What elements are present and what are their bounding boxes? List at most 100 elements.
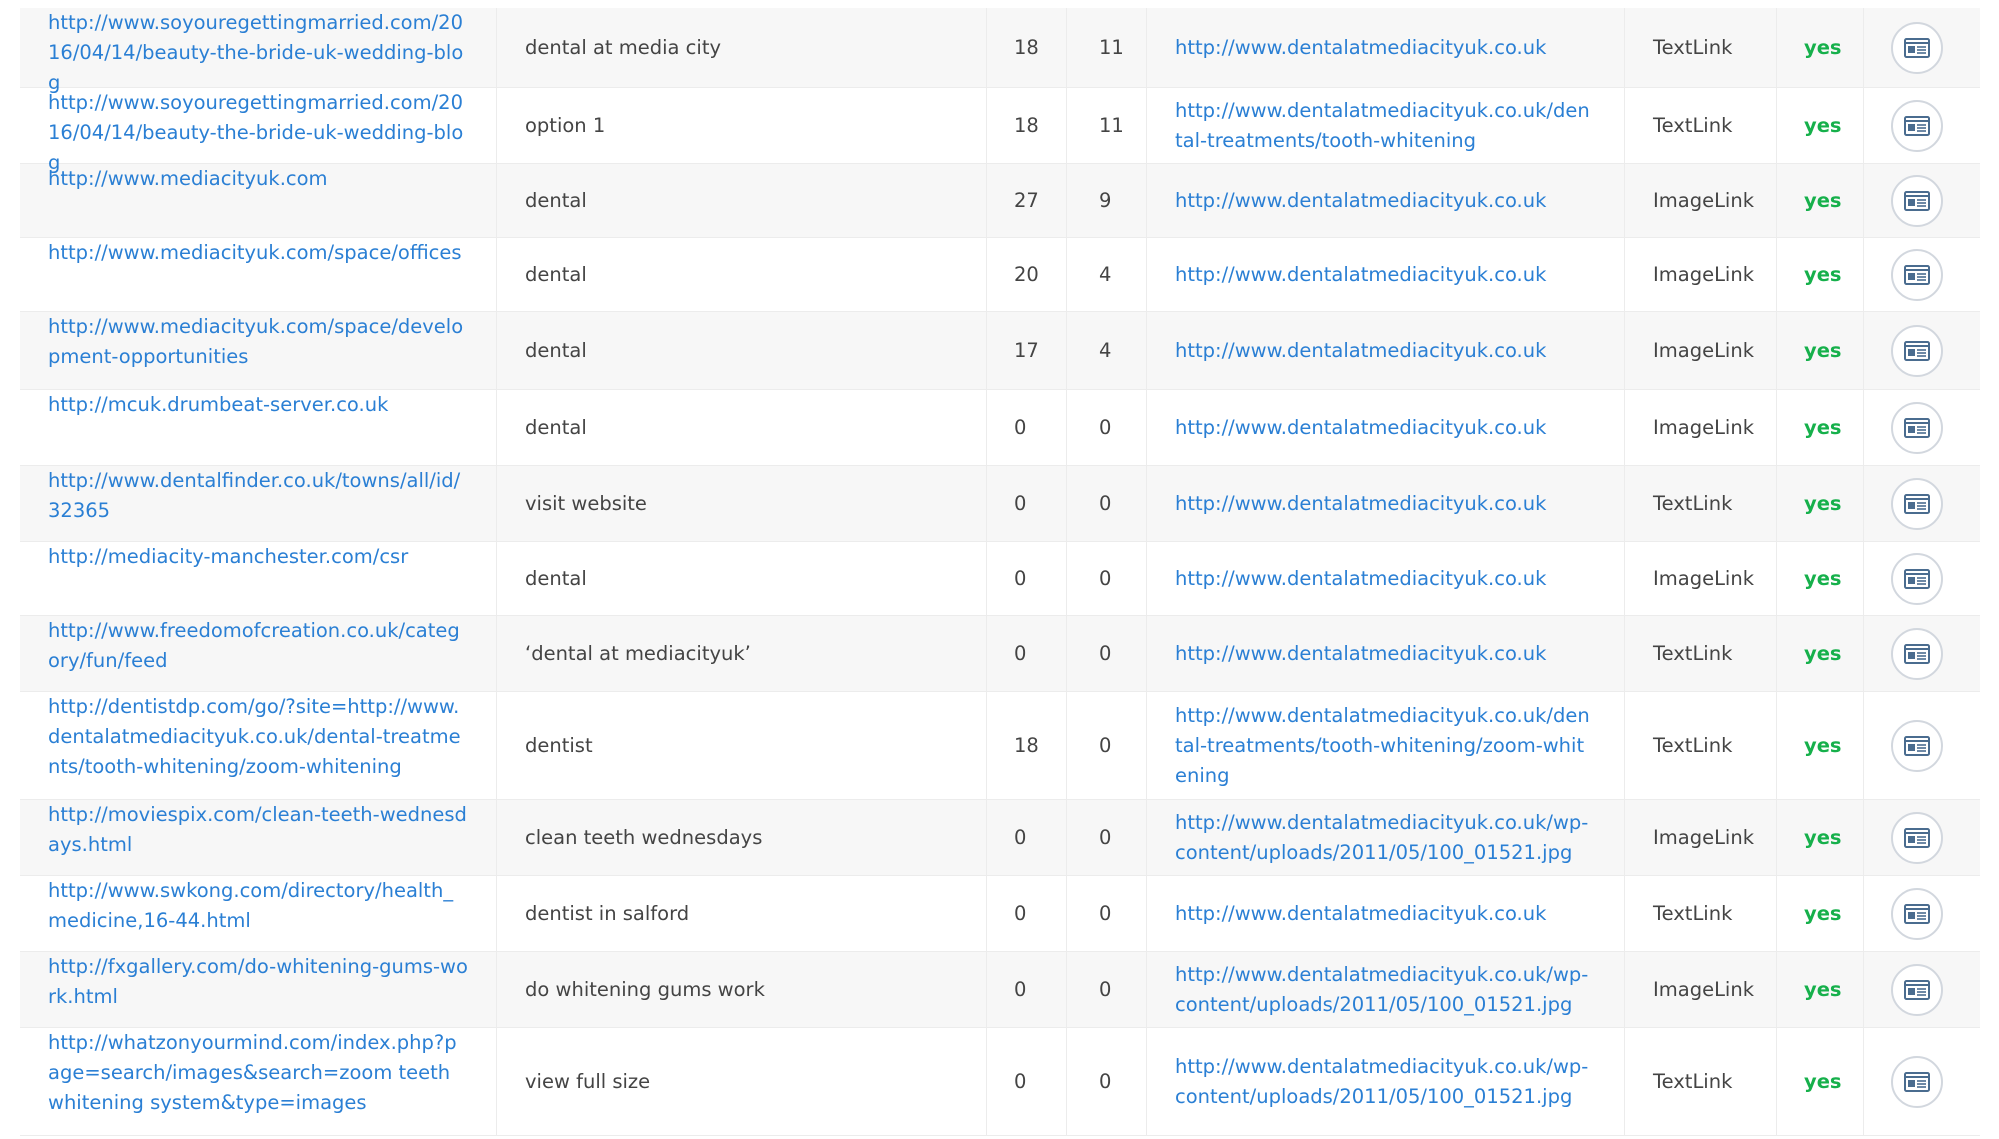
table-row: http://www.swkong.com/directory/health_m… — [20, 876, 1980, 952]
anchor-text-cell: view full size — [497, 1028, 987, 1135]
view-details-button[interactable] — [1891, 401, 1943, 454]
metric-1-cell: 0 — [987, 390, 1067, 465]
source-url-cell: http://www.mediacityuk.com/space/develop… — [20, 312, 497, 389]
view-details-button[interactable] — [1891, 887, 1943, 940]
table-row: http://mediacity-manchester.com/csr denta… — [20, 542, 1980, 616]
status-value: yes — [1804, 338, 1842, 362]
target-url-link[interactable]: http://www.dentalatmediacityuk.co.uk — [1175, 639, 1546, 669]
metric-2-cell: 11 — [1067, 88, 1147, 163]
metric-2-value: 9 — [1099, 188, 1112, 212]
source-url-link[interactable]: http://www.swkong.com/directory/health_m… — [48, 876, 468, 936]
source-url-link[interactable]: http://www.soyouregettingmarried.com/201… — [48, 8, 468, 98]
anchor-text: view full size — [525, 1069, 651, 1093]
target-url-link[interactable]: http://www.dentalatmediacityuk.co.uk — [1175, 413, 1546, 443]
target-url-link[interactable]: http://www.dentalatmediacityuk.co.uk/wp-… — [1175, 808, 1596, 868]
anchor-text: clean teeth wednesdays — [525, 825, 763, 849]
anchor-text-cell: dental — [497, 238, 987, 311]
view-details-button[interactable] — [1891, 627, 1943, 680]
link-type: ImageLink — [1653, 338, 1755, 362]
anchor-text-cell: clean teeth wednesdays — [497, 800, 987, 875]
view-details-button[interactable] — [1891, 477, 1943, 530]
anchor-text-cell: dentist in salford — [497, 876, 987, 951]
metric-1-value: 0 — [1014, 641, 1027, 665]
status-value: yes — [1804, 35, 1842, 59]
view-details-button[interactable] — [1891, 99, 1943, 152]
link-type: ImageLink — [1653, 825, 1755, 849]
source-url-link[interactable]: http://www.mediacityuk.com — [48, 164, 328, 194]
target-url-cell: http://www.dentalatmediacityuk.co.uk — [1147, 466, 1625, 541]
view-details-button[interactable] — [1891, 21, 1943, 74]
source-url-cell: http://moviespix.com/clean-teeth-wednesd… — [20, 800, 497, 875]
view-details-button[interactable] — [1891, 811, 1943, 864]
target-url-link[interactable]: http://www.dentalatmediacityuk.co.uk — [1175, 186, 1546, 216]
target-url-link[interactable]: http://www.dentalatmediacityuk.co.uk — [1175, 564, 1546, 594]
action-cell — [1864, 390, 1980, 465]
target-url-link[interactable]: http://www.dentalatmediacityuk.co.uk/wp-… — [1175, 960, 1596, 1020]
source-url-link[interactable]: http://www.mediacityuk.com/space/develop… — [48, 312, 468, 372]
source-url-link[interactable]: http://fxgallery.com/do-whitening-gums-w… — [48, 952, 468, 1012]
status-value: yes — [1804, 733, 1842, 757]
link-type-cell: ImageLink — [1625, 312, 1777, 389]
action-cell — [1864, 238, 1980, 311]
status-value: yes — [1804, 262, 1842, 286]
target-url-cell: http://www.dentalatmediacityuk.co.uk — [1147, 616, 1625, 691]
metric-1-cell: 18 — [987, 692, 1067, 799]
anchor-text-cell: ‘dental at mediacityuk’ — [497, 616, 987, 691]
anchor-text-cell: dental — [497, 390, 987, 465]
source-url-cell: http://www.mediacityuk.com/space/offices — [20, 238, 497, 311]
source-url-cell: http://mcuk.drumbeat-server.co.uk — [20, 390, 497, 465]
action-cell — [1864, 876, 1980, 951]
anchor-text-cell: dental — [497, 164, 987, 237]
target-url-link[interactable]: http://www.dentalatmediacityuk.co.uk/den… — [1175, 701, 1596, 791]
link-type: ImageLink — [1653, 415, 1755, 439]
link-type-cell: TextLink — [1625, 8, 1777, 87]
metric-2-cell: 0 — [1067, 390, 1147, 465]
link-type: TextLink — [1653, 113, 1733, 137]
status-cell: yes — [1777, 8, 1864, 87]
target-url-link[interactable]: http://www.dentalatmediacityuk.co.uk — [1175, 33, 1546, 63]
source-url-link[interactable]: http://mediacity-manchester.com/csr — [48, 542, 408, 572]
metric-1-value: 27 — [1014, 188, 1039, 212]
target-url-link[interactable]: http://www.dentalatmediacityuk.co.uk — [1175, 899, 1546, 929]
metric-1-value: 0 — [1014, 977, 1027, 1001]
target-url-cell: http://www.dentalatmediacityuk.co.uk/den… — [1147, 88, 1625, 163]
table-row: http://www.soyouregettingmarried.com/201… — [20, 88, 1980, 174]
source-url-link[interactable]: http://mcuk.drumbeat-server.co.uk — [48, 390, 388, 420]
target-url-link[interactable]: http://www.dentalatmediacityuk.co.uk — [1175, 260, 1546, 290]
metric-1-cell: 0 — [987, 800, 1067, 875]
details-icon — [1904, 1071, 1930, 1092]
metric-1-cell: 0 — [987, 876, 1067, 951]
source-url-link[interactable]: http://www.dentalfinder.co.uk/towns/all/… — [48, 466, 468, 526]
anchor-text-cell: dental — [497, 312, 987, 389]
source-url-link[interactable]: http://moviespix.com/clean-teeth-wednesd… — [48, 800, 468, 860]
source-url-link[interactable]: http://dentistdp.com/go/?site=http://www… — [48, 692, 468, 782]
source-url-link[interactable]: http://whatzonyourmind.com/index.php?pag… — [48, 1028, 468, 1118]
view-details-button[interactable] — [1891, 963, 1943, 1016]
target-url-cell: http://www.dentalatmediacityuk.co.uk — [1147, 876, 1625, 951]
view-details-button[interactable] — [1891, 1055, 1943, 1108]
status-value: yes — [1804, 188, 1842, 212]
metric-2-value: 0 — [1099, 1069, 1112, 1093]
target-url-link[interactable]: http://www.dentalatmediacityuk.co.uk — [1175, 336, 1546, 366]
view-details-button[interactable] — [1891, 324, 1943, 377]
details-icon — [1904, 190, 1930, 211]
target-url-link[interactable]: http://www.dentalatmediacityuk.co.uk/den… — [1175, 96, 1596, 156]
status-cell: yes — [1777, 542, 1864, 615]
metric-2-cell: 11 — [1067, 8, 1147, 87]
view-details-button[interactable] — [1891, 248, 1943, 301]
source-url-cell: http://www.mediacityuk.com — [20, 164, 497, 237]
target-url-link[interactable]: http://www.dentalatmediacityuk.co.uk/wp-… — [1175, 1052, 1596, 1112]
metric-2-value: 4 — [1099, 338, 1112, 362]
status-cell: yes — [1777, 238, 1864, 311]
source-url-cell: http://www.freedomofcreation.co.uk/categ… — [20, 616, 497, 691]
target-url-link[interactable]: http://www.dentalatmediacityuk.co.uk — [1175, 489, 1546, 519]
metric-2-value: 11 — [1099, 35, 1124, 59]
table-row: http://www.mediacityuk.com dental 27 9 http:… — [20, 164, 1980, 238]
source-url-link[interactable]: http://www.mediacityuk.com/space/offices — [48, 238, 462, 268]
source-url-link[interactable]: http://www.freedomofcreation.co.uk/categ… — [48, 616, 468, 676]
link-type: ImageLink — [1653, 566, 1755, 590]
view-details-button[interactable] — [1891, 719, 1943, 772]
view-details-button[interactable] — [1891, 174, 1943, 227]
view-details-button[interactable] — [1891, 552, 1943, 605]
link-type-cell: TextLink — [1625, 466, 1777, 541]
